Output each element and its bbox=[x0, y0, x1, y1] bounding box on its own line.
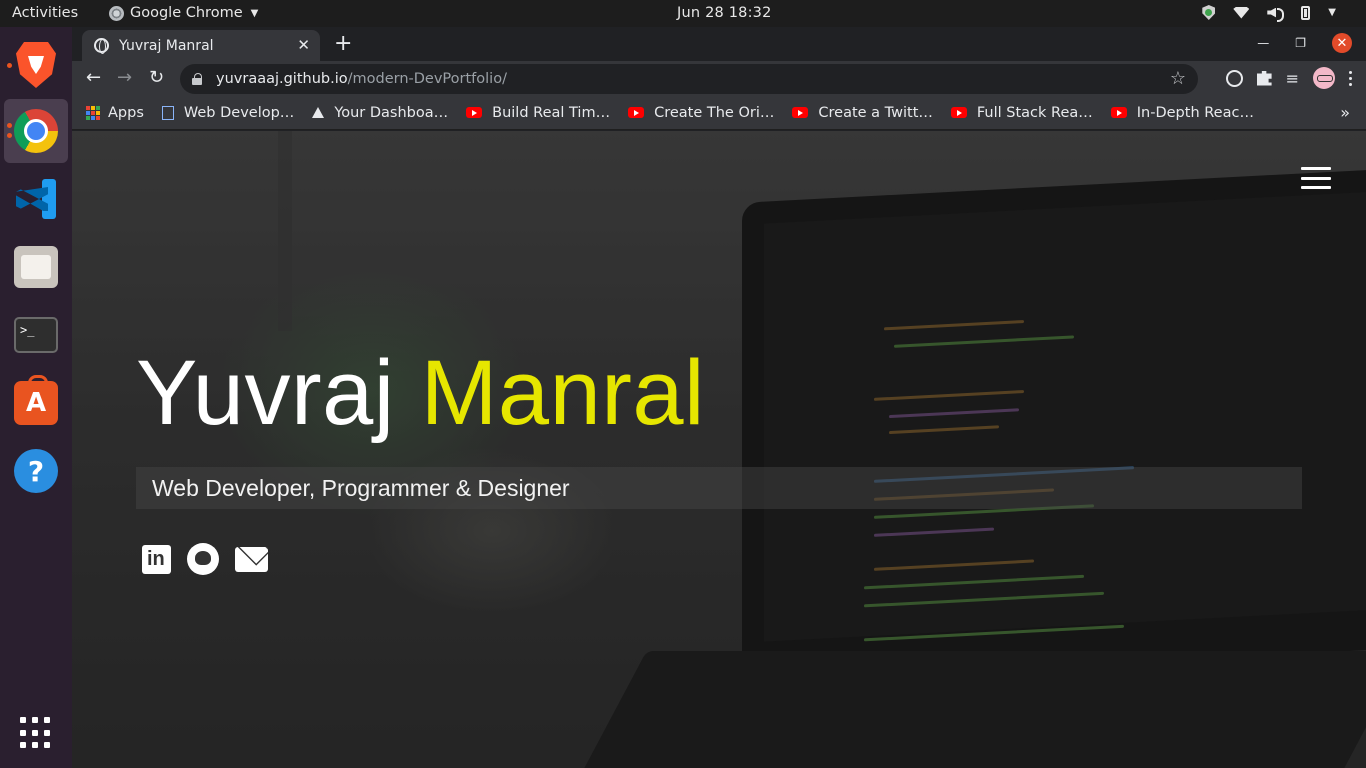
linkedin-icon[interactable]: in bbox=[142, 544, 171, 574]
bookmark-label: Create a Twitt… bbox=[818, 104, 933, 121]
bookmark-item[interactable]: Your Dashboa… bbox=[312, 105, 448, 121]
bookmark-label: Full Stack Rea… bbox=[976, 104, 1093, 121]
chrome-icon bbox=[14, 109, 58, 153]
bookmark-apps[interactable]: Apps bbox=[86, 105, 144, 121]
minimize-icon[interactable]: — bbox=[1257, 36, 1269, 50]
bookmark-star-icon[interactable]: ☆ bbox=[1170, 68, 1186, 89]
tab-strip: Yuvraj Manral ✕ + — ❐ ✕ bbox=[72, 27, 1366, 61]
show-applications-button[interactable] bbox=[20, 717, 52, 749]
new-tab-button[interactable]: + bbox=[334, 31, 352, 56]
more-menu-icon[interactable] bbox=[1349, 70, 1352, 86]
hero-title: Yuvraj Manral bbox=[136, 341, 705, 446]
bookmark-label: Web Develop… bbox=[183, 104, 295, 121]
clock[interactable]: Jun 28 18:32 bbox=[677, 5, 772, 21]
dock: >_ A ? bbox=[0, 27, 72, 768]
chrome-window: Yuvraj Manral ✕ + — ❐ ✕ ← → ↻ yuvraaaj.g… bbox=[72, 27, 1366, 768]
social-links: in bbox=[142, 543, 268, 575]
bookmark-item[interactable]: Create The Ori… bbox=[628, 105, 774, 121]
url-domain: yuvraaaj.github.io bbox=[216, 71, 348, 87]
bookmark-label: Your Dashboa… bbox=[334, 104, 449, 121]
dock-chrome[interactable] bbox=[4, 99, 68, 163]
system-top-bar: Activities Google Chrome ▼ Jun 28 18:32 … bbox=[0, 0, 1366, 27]
vscode-icon bbox=[14, 177, 58, 221]
files-icon bbox=[14, 246, 58, 288]
doc-icon bbox=[161, 105, 174, 120]
address-bar[interactable]: yuvraaaj.github.io /modern-DevPortfolio/… bbox=[180, 64, 1198, 94]
apps-grid-icon bbox=[86, 105, 100, 120]
lock-icon[interactable] bbox=[192, 73, 202, 85]
youtube-icon bbox=[1110, 107, 1127, 118]
dock-terminal[interactable]: >_ bbox=[4, 303, 68, 367]
caret-down-icon: ▼ bbox=[250, 7, 259, 19]
bookmark-label: In-Depth Reac… bbox=[1136, 104, 1254, 121]
brave-icon bbox=[16, 42, 56, 88]
wifi-icon bbox=[1233, 6, 1250, 19]
running-indicator bbox=[7, 123, 12, 128]
bookmark-item[interactable]: Full Stack Rea… bbox=[950, 104, 1093, 121]
chrome-small-icon bbox=[109, 5, 124, 21]
running-indicator bbox=[7, 133, 12, 138]
bookmark-label: Create The Ori… bbox=[654, 104, 775, 121]
bookmark-label: Apps bbox=[108, 104, 144, 121]
dock-help[interactable]: ? bbox=[4, 439, 68, 503]
maximize-icon[interactable]: ❐ bbox=[1295, 36, 1306, 50]
app-menu-label: Google Chrome bbox=[130, 5, 243, 21]
bookmarks-bar: Apps Web Develop… Your Dashboa… Build Re… bbox=[72, 96, 1366, 130]
close-window-icon[interactable]: ✕ bbox=[1332, 33, 1352, 53]
mail-icon[interactable] bbox=[235, 546, 268, 572]
bookmark-item[interactable]: Web Develop… bbox=[161, 104, 295, 121]
dock-brave[interactable] bbox=[4, 33, 68, 97]
tab-active[interactable]: Yuvraj Manral ✕ bbox=[82, 30, 320, 61]
window-controls: — ❐ ✕ bbox=[1257, 33, 1352, 53]
globe-icon bbox=[94, 38, 109, 54]
volume-icon bbox=[1267, 6, 1285, 22]
bookmark-label: Build Real Tim… bbox=[492, 104, 611, 121]
dock-vscode[interactable] bbox=[4, 167, 68, 231]
triangle-icon bbox=[312, 107, 325, 118]
portfolio-page: Yuvraj Manral Web Developer, Programmer … bbox=[72, 131, 1366, 768]
extensions-area: ≡ bbox=[1225, 67, 1352, 89]
hamburger-menu-icon[interactable] bbox=[1301, 167, 1331, 189]
app-menu[interactable]: Google Chrome ▼ bbox=[109, 5, 258, 21]
bookmark-item[interactable]: Build Real Tim… bbox=[466, 105, 610, 121]
puzzle-icon[interactable] bbox=[1256, 70, 1272, 86]
extension-icon[interactable] bbox=[1225, 69, 1243, 87]
terminal-icon: >_ bbox=[14, 317, 58, 353]
github-icon[interactable] bbox=[187, 543, 219, 575]
software-center-icon: A bbox=[14, 375, 58, 425]
help-icon: ? bbox=[14, 449, 58, 493]
shield-icon[interactable] bbox=[1202, 5, 1216, 20]
back-arrow-icon[interactable]: ← bbox=[86, 67, 101, 88]
hero-first-name: Yuvraj bbox=[136, 342, 395, 444]
youtube-icon bbox=[466, 107, 483, 118]
running-indicator bbox=[7, 63, 12, 68]
hero-last-name: Manral bbox=[420, 342, 705, 444]
tab-title: Yuvraj Manral bbox=[119, 37, 214, 54]
forward-arrow-icon[interactable]: → bbox=[117, 67, 132, 88]
browser-toolbar: ← → ↻ yuvraaaj.github.io /modern-DevPort… bbox=[72, 61, 1366, 96]
profile-avatar[interactable] bbox=[1313, 67, 1335, 89]
media-queue-icon[interactable]: ≡ bbox=[1286, 69, 1299, 88]
hero-overlay bbox=[72, 131, 1366, 768]
bookmark-item[interactable]: Create a Twitt… bbox=[792, 105, 933, 121]
reload-icon[interactable]: ↻ bbox=[149, 67, 164, 88]
system-tray[interactable]: ▼ bbox=[1202, 5, 1336, 22]
bookmarks-overflow-icon[interactable]: » bbox=[1340, 103, 1350, 122]
dock-software[interactable]: A bbox=[4, 371, 68, 435]
hero-subtitle: Web Developer, Programmer & Designer bbox=[152, 475, 570, 501]
youtube-icon bbox=[792, 107, 809, 118]
close-tab-icon[interactable]: ✕ bbox=[297, 36, 310, 54]
battery-icon bbox=[1301, 5, 1311, 20]
url-path: /modern-DevPortfolio/ bbox=[347, 71, 507, 87]
youtube-icon bbox=[628, 107, 645, 118]
dock-files[interactable] bbox=[4, 235, 68, 299]
bookmark-item[interactable]: In-Depth Reac… bbox=[1110, 104, 1254, 121]
youtube-icon bbox=[950, 107, 967, 118]
activities-button[interactable]: Activities bbox=[12, 5, 78, 21]
tray-caret-icon: ▼ bbox=[1328, 7, 1336, 18]
